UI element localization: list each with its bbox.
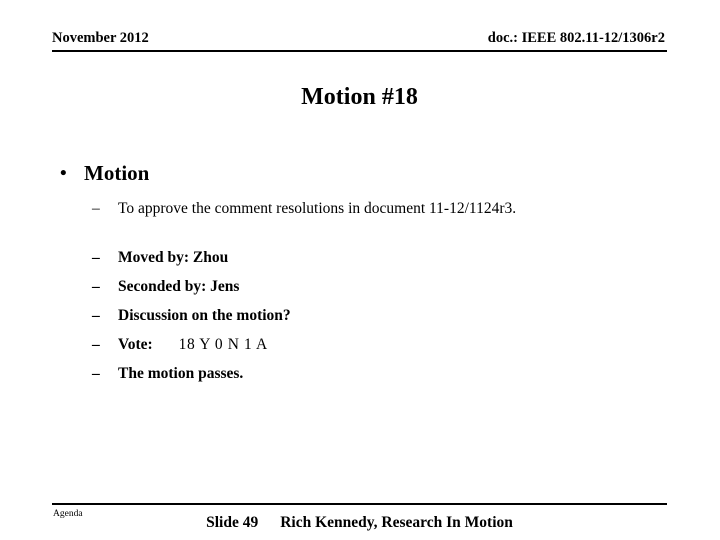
- sub-bullet-vote: – Vote: 18 Y 0 N 1 A: [52, 335, 672, 355]
- sub-bullet-seconded-by-label: Seconded by: Jens: [118, 278, 240, 295]
- slide-header: November 2012 doc.: IEEE 802.11-12/1306r…: [52, 30, 667, 52]
- slide-title: Motion #18: [301, 84, 418, 110]
- header-doc-reference: doc.: IEEE 802.11-12/1306r2: [487, 30, 665, 46]
- sub-bullet-motion-passes-label: The motion passes.: [118, 365, 244, 382]
- sub-bullet-approve-label: To approve the comment resolutions in do…: [118, 200, 517, 217]
- dash-bullet-icon: –: [92, 336, 100, 353]
- dash-bullet-icon: –: [92, 365, 100, 382]
- footer-slide-number: Slide 49: [206, 514, 259, 531]
- sub-bullet-moved-by: – Moved by: Zhou: [52, 248, 672, 268]
- bullet-dot-icon: •: [60, 163, 67, 184]
- slide-footer: Agenda Slide 49 Rich Kennedy, Research I…: [52, 503, 667, 539]
- dash-bullet-icon: –: [92, 200, 100, 217]
- dash-bullet-icon: –: [92, 249, 100, 266]
- sub-bullet-approve: – To approve the comment resolutions in …: [52, 199, 672, 219]
- sub-bullet-moved-by-label: Moved by: Zhou: [118, 249, 229, 266]
- footer-main: Slide 49 Rich Kennedy, Research In Motio…: [52, 513, 667, 532]
- vote-label: Vote:: [118, 336, 153, 353]
- dash-bullet-icon: –: [92, 278, 100, 295]
- header-date: November 2012: [52, 30, 149, 46]
- sub-bullet-discussion: – Discussion on the motion?: [52, 306, 672, 326]
- slide-body: • Motion – To approve the comment resolu…: [52, 160, 672, 384]
- bullet-motion-label: Motion: [84, 161, 150, 185]
- sub-bullet-discussion-label: Discussion on the motion?: [118, 307, 291, 324]
- dash-bullet-icon: –: [92, 307, 100, 324]
- footer-author: Rich Kennedy, Research In Motion: [280, 514, 513, 531]
- sub-bullet-motion-passes: – The motion passes.: [52, 364, 672, 384]
- vote-tally: 18 Y 0 N 1 A: [178, 336, 268, 353]
- slide: November 2012 doc.: IEEE 802.11-12/1306r…: [0, 0, 720, 540]
- bullet-motion: • Motion: [52, 160, 672, 187]
- sub-bullet-seconded-by: – Seconded by: Jens: [52, 277, 672, 297]
